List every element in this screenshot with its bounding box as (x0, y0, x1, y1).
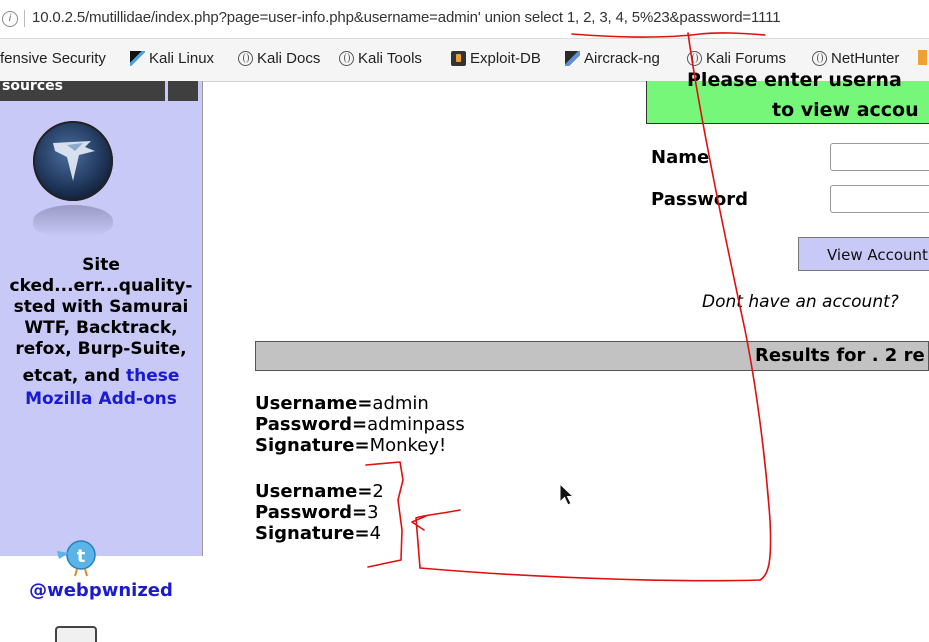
arrow-head (411, 515, 427, 531)
mouse-cursor-icon (559, 483, 575, 506)
bookmark-label: Kali Tools (358, 50, 422, 67)
bookmark-exploit-db[interactable]: Exploit-DB (451, 50, 541, 67)
bookmark-kali-docs[interactable]: Kali Docs (238, 50, 320, 67)
result-record: Username=admin Password=adminpass Signat… (255, 393, 465, 456)
password-value: 3 (367, 502, 379, 523)
arrow-up (415, 509, 461, 569)
address-bar[interactable]: i 10.0.2.5/mutillidae/index.php?page=use… (0, 0, 929, 39)
name-label: Name (651, 147, 710, 168)
result-record: Username=2 Password=3 Signature=4 (255, 481, 384, 544)
sidebar-line: etcat, and these (0, 366, 202, 386)
bookmark-label: fensive Security (0, 50, 106, 67)
twitter-handle-link[interactable]: @webpwnized (0, 580, 202, 601)
bookmark-kali-linux[interactable]: Kali Linux (130, 50, 214, 67)
password-label: Password= (255, 502, 368, 523)
bookmark-kali-forums[interactable]: Kali Forums (687, 50, 786, 67)
globe-icon (238, 51, 253, 66)
site-heading: Site (82, 255, 120, 275)
sidebar-line: WTF, Backtrack, (24, 318, 178, 338)
globe-icon (339, 51, 354, 66)
bookmark-label: Kali Forums (706, 50, 787, 67)
signature-label: Signature= (255, 435, 370, 456)
header-line-1: Please enter userna (687, 69, 902, 91)
username-value: admin (372, 393, 429, 414)
password-row: Password=3 (255, 502, 384, 523)
bookmark-offensive-security[interactable]: fensive Security (0, 50, 106, 67)
info-icon[interactable]: i (2, 11, 18, 27)
signature-row: Signature=4 (255, 523, 384, 544)
sidebar-tab-toggle[interactable] (168, 81, 198, 101)
username-value: 2 (372, 481, 384, 502)
signature-row: Signature=Monkey! (255, 435, 465, 456)
exploit-db-icon (451, 51, 466, 66)
mozilla-addons-link[interactable]: Mozilla Add-ons (0, 389, 202, 409)
twitter-bird-icon[interactable]: t (55, 533, 101, 577)
password-value: adminpass (367, 414, 465, 435)
bookmark-kali-tools[interactable]: Kali Tools (339, 50, 422, 67)
orange-bookmark-icon (918, 50, 927, 65)
results-header: Results for . 2 re (255, 341, 929, 371)
bookmark-label: Aircrack-ng (584, 50, 660, 67)
sidebar: sources Site cked...err...quality- sted … (0, 78, 203, 642)
sidebar-line: refox, Burp-Suite, (15, 339, 187, 359)
sidebar-line-text: etcat, and (22, 366, 126, 386)
sidebar-line: cked...err...quality- (9, 276, 193, 296)
these-link[interactable]: these (126, 366, 179, 386)
bookmark-label: Kali Linux (149, 50, 215, 67)
globe-icon (812, 51, 827, 66)
bookmark-label: Kali Docs (257, 50, 321, 67)
bookmark-aircrack-ng[interactable]: Aircrack-ng (565, 50, 660, 67)
username-label: Username= (255, 393, 373, 414)
bookmark-nethunter[interactable]: NetHunter (812, 50, 899, 67)
results-header-text: Results for . 2 re (755, 345, 925, 366)
signature-label: Signature= (255, 523, 370, 544)
name-field[interactable] (830, 143, 929, 171)
password-field[interactable] (830, 185, 929, 213)
sidebar-tab-label: sources (2, 78, 63, 94)
sidebar-line: sted with Samurai (13, 297, 189, 317)
sidebar-tab-resources[interactable]: sources (0, 78, 165, 101)
password-label: Password= (255, 414, 368, 435)
header-line-2: to view accou (772, 99, 919, 121)
device-icon (55, 626, 97, 642)
no-account-text: Dont have an account? (702, 292, 899, 312)
username-label: Username= (255, 481, 373, 502)
password-row: Password=adminpass (255, 414, 465, 435)
divider (24, 10, 25, 27)
owasp-logo-icon[interactable] (33, 121, 113, 201)
username-row: Username=admin (255, 393, 465, 414)
bookmark-label: NetHunter (831, 50, 900, 67)
bookmark-label: Exploit-DB (470, 50, 541, 67)
username-row: Username=2 (255, 481, 384, 502)
logo-reflection (33, 205, 113, 237)
password-label: Password (651, 189, 749, 210)
aircrack-icon (565, 51, 580, 66)
globe-icon (687, 51, 702, 66)
view-account-button[interactable]: View Account (798, 237, 929, 271)
kali-icon (130, 51, 145, 66)
signature-value: 4 (369, 523, 382, 544)
bookmark-overflow[interactable] (918, 50, 927, 65)
login-header: Please enter userna to view accou (646, 69, 929, 124)
arrow-bottom (419, 567, 761, 582)
url-text[interactable]: 10.0.2.5/mutillidae/index.php?page=user-… (32, 9, 781, 26)
signature-value: Monkey! (369, 435, 447, 456)
svg-text:t: t (77, 546, 86, 567)
